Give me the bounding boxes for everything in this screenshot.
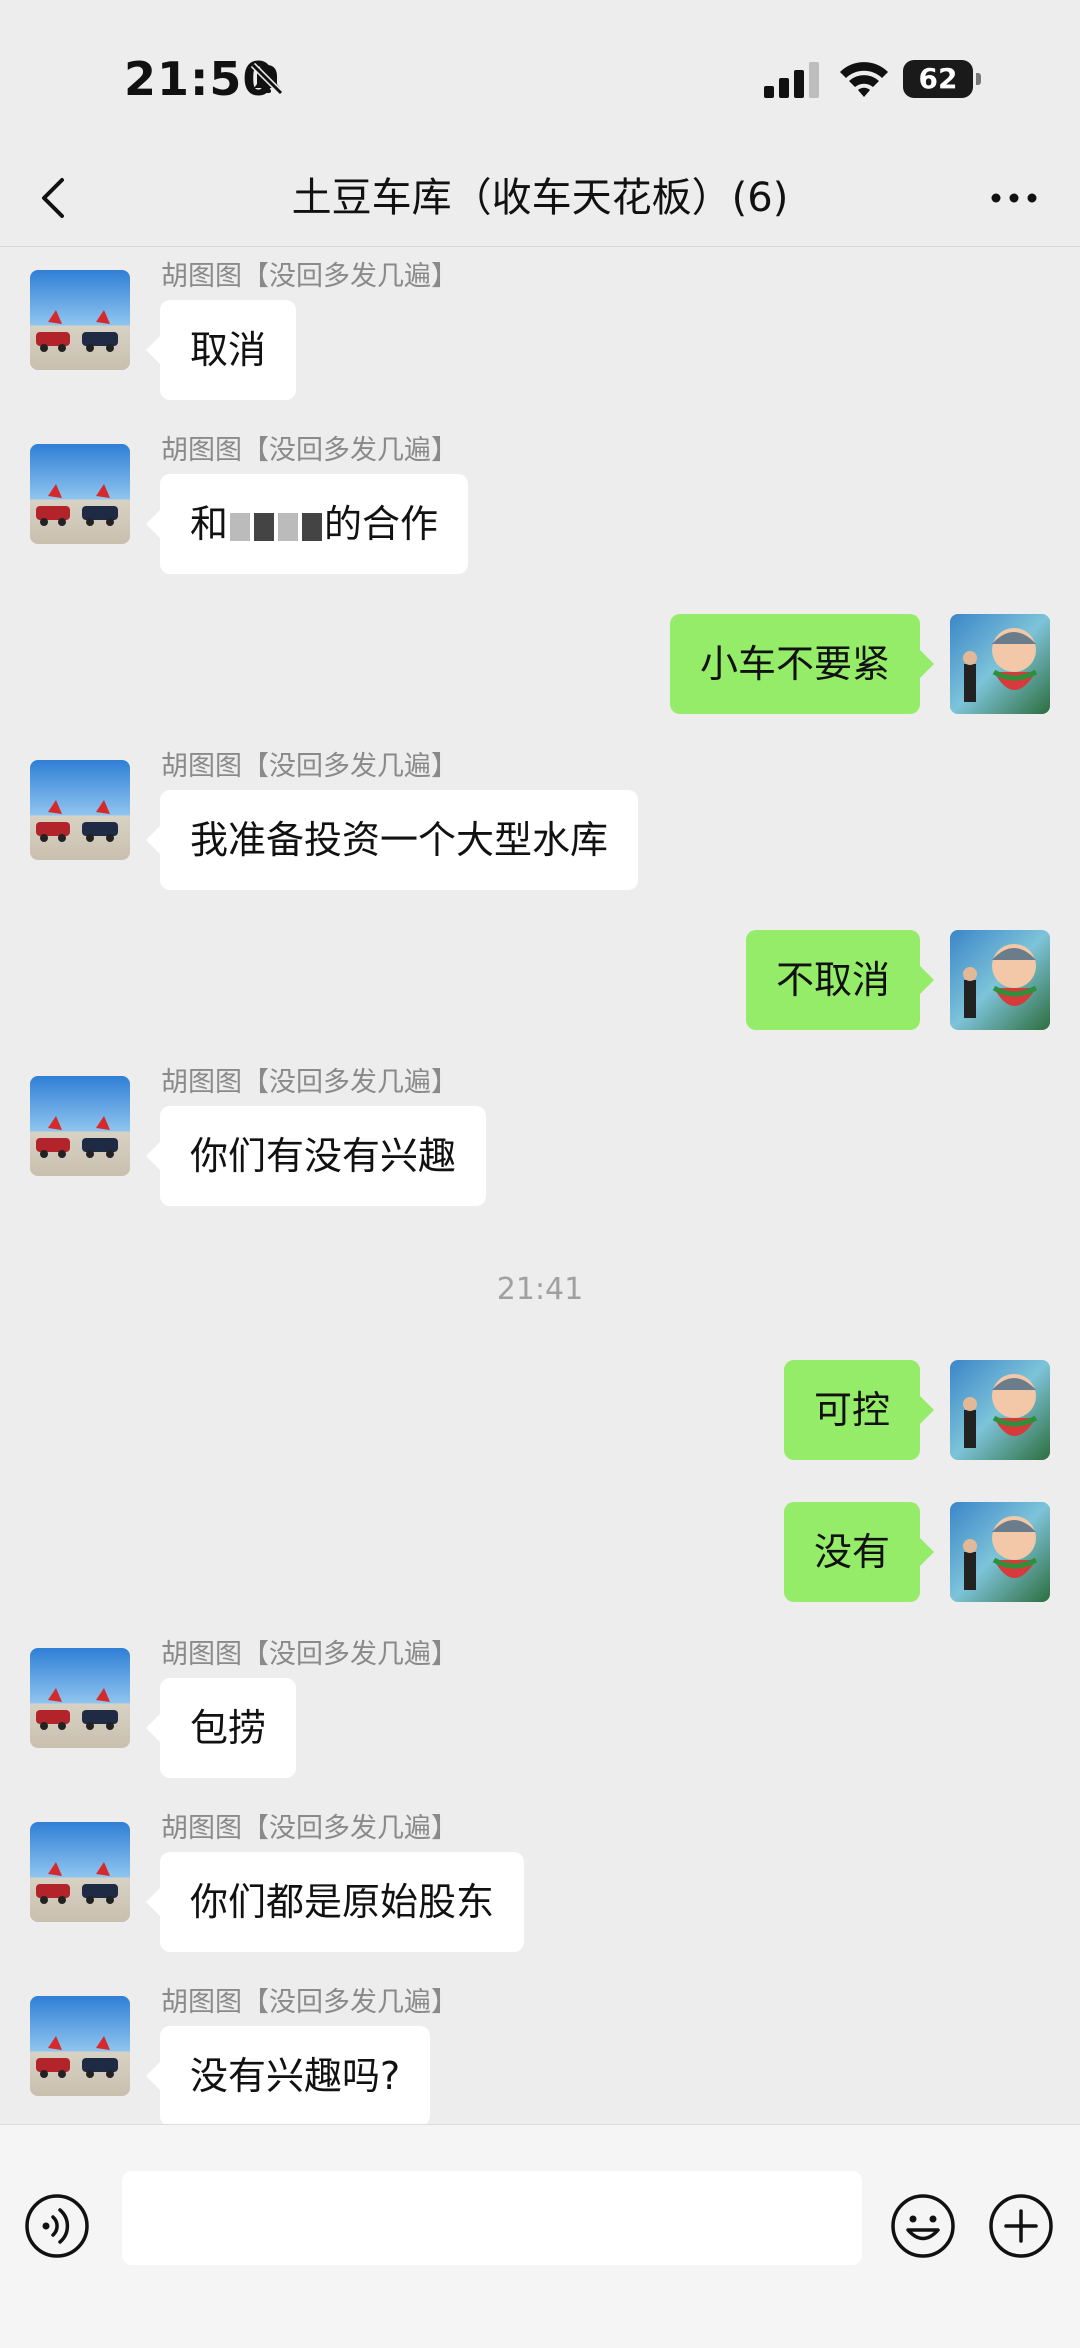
my-avatar[interactable] — [950, 614, 1050, 714]
mute-bell-icon — [250, 62, 284, 96]
my-avatar[interactable] — [950, 930, 1050, 1030]
sender-name: 胡图图【没回多发几遍】 — [161, 261, 458, 292]
message-bubble-outgoing[interactable]: 可控 — [783, 1360, 935, 1460]
message-bubble-outgoing[interactable]: 不取消 — [745, 930, 935, 1030]
status-bar: 21:50 62 — [0, 0, 1080, 150]
sender-name: 胡图图【没回多发几遍】 — [161, 1067, 458, 1098]
message-bubble-incoming[interactable]: 包捞 — [145, 1678, 297, 1778]
message-bubble-incoming[interactable]: 和 的合作 — [145, 474, 469, 574]
sender-name: 胡图图【没回多发几遍】 — [161, 1813, 458, 1844]
message-input[interactable] — [122, 2171, 862, 2265]
more-dots-icon[interactable] — [984, 170, 1044, 226]
header-divider — [0, 246, 1080, 247]
battery-level: 62 — [903, 60, 973, 98]
message-bubble-incoming[interactable]: 你们有没有兴趣 — [145, 1106, 487, 1206]
redacted-blur — [228, 502, 324, 546]
input-bar — [0, 2124, 1080, 2348]
voice-icon[interactable] — [24, 2193, 90, 2259]
emoji-icon[interactable] — [890, 2193, 956, 2259]
sender-avatar[interactable] — [30, 1648, 130, 1748]
message-bubble-incoming[interactable]: 你们都是原始股东 — [145, 1852, 525, 1952]
chat-title: 土豆车库（收车天花板）(6) — [291, 175, 789, 221]
message-bubble-outgoing[interactable]: 没有 — [783, 1502, 935, 1602]
message-bubble-incoming[interactable]: 我准备投资一个大型水库 — [145, 790, 639, 890]
my-avatar[interactable] — [950, 1502, 1050, 1602]
sender-name: 胡图图【没回多发几遍】 — [161, 1639, 458, 1670]
message-text: 的合作 — [324, 502, 439, 546]
sender-avatar[interactable] — [30, 444, 130, 544]
sender-avatar[interactable] — [30, 1996, 130, 2096]
cell-signal-icon — [764, 62, 819, 98]
sender-name: 胡图图【没回多发几遍】 — [161, 751, 458, 782]
sender-name: 胡图图【没回多发几遍】 — [161, 1987, 458, 2018]
chat-header: 土豆车库（收车天花板）(6) — [0, 150, 1080, 246]
sender-avatar[interactable] — [30, 270, 130, 370]
sender-name: 胡图图【没回多发几遍】 — [161, 435, 458, 466]
message-text: 和 — [190, 502, 229, 546]
message-timestamp: 21:41 — [496, 1272, 584, 1307]
message-list[interactable]: 胡图图【没回多发几遍】 取消 胡图图【没回多发几遍】 和 的合作 小车不要紧 胡图… — [0, 248, 1080, 2124]
message-bubble-outgoing[interactable]: 小车不要紧 — [669, 614, 935, 714]
my-avatar[interactable] — [950, 1360, 1050, 1460]
sender-avatar[interactable] — [30, 1822, 130, 1922]
message-bubble-incoming[interactable]: 取消 — [145, 300, 297, 400]
battery-icon: 62 — [903, 60, 983, 98]
sender-avatar[interactable] — [30, 1076, 130, 1176]
wifi-icon — [840, 62, 888, 97]
plus-icon[interactable] — [988, 2193, 1054, 2259]
sender-avatar[interactable] — [30, 760, 130, 860]
message-bubble-incoming[interactable]: 没有兴趣吗? — [145, 2026, 431, 2124]
